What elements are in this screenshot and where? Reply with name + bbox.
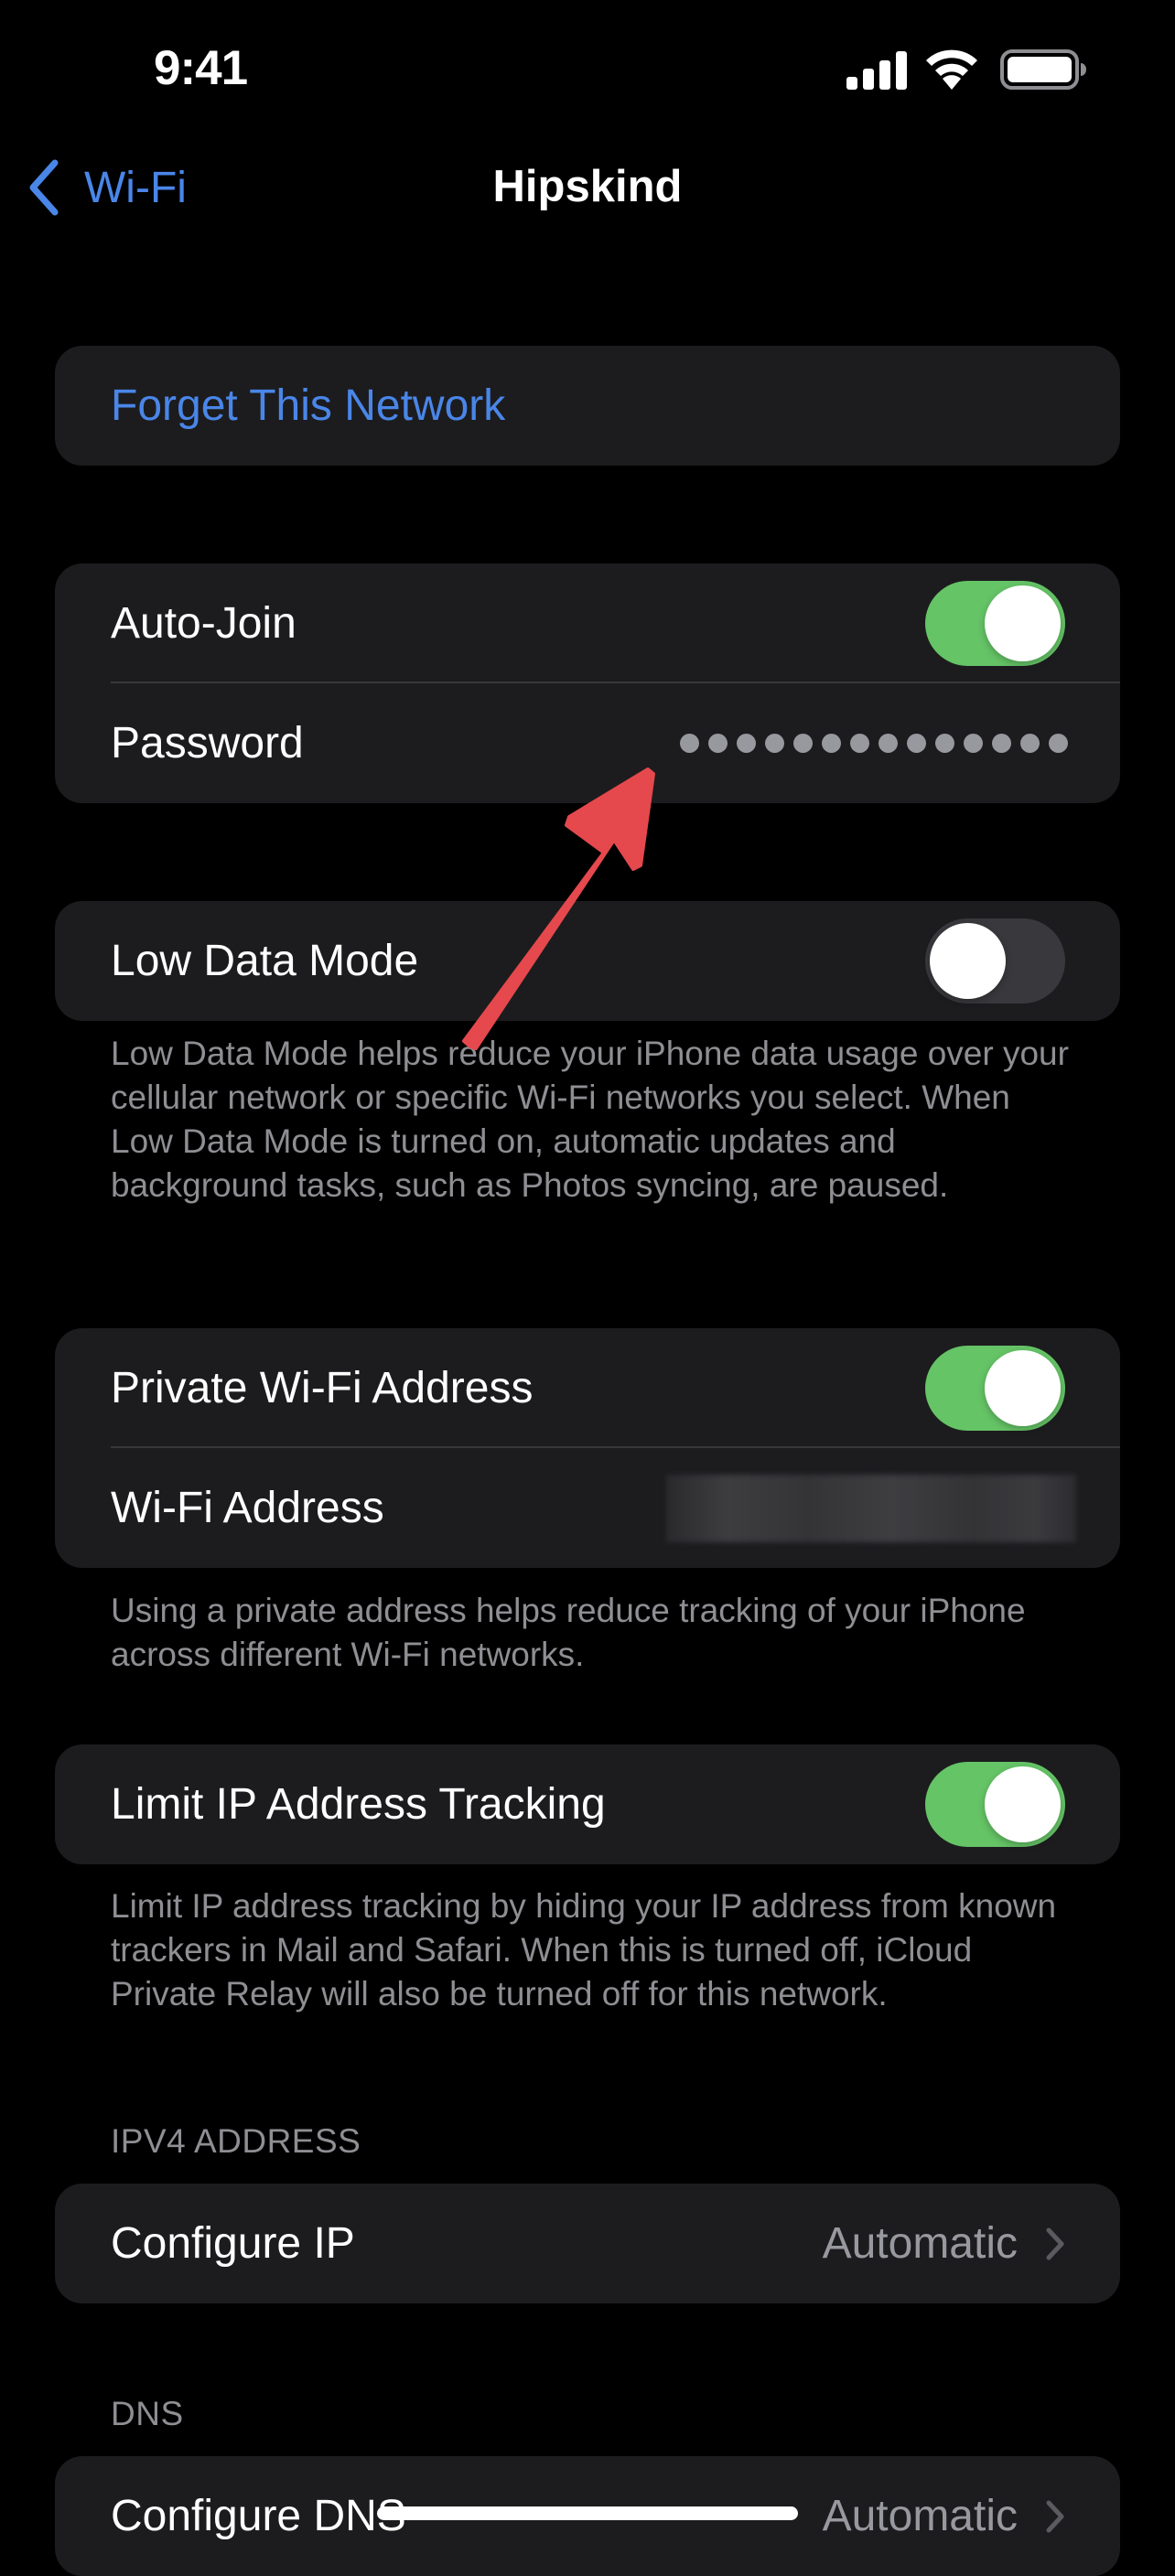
- limit-ip-card: Limit IP Address Tracking: [55, 1744, 1120, 1864]
- configure-dns-value: Automatic: [822, 2492, 1018, 2540]
- private-address-label: Private Wi-Fi Address: [111, 1364, 534, 1412]
- battery-icon: [1000, 49, 1086, 90]
- configure-ip-label: Configure IP: [111, 2219, 355, 2268]
- forget-network-label[interactable]: Forget This Network: [111, 381, 505, 431]
- toggle-knob: [985, 1766, 1061, 1842]
- password-dot: [680, 734, 699, 753]
- password-dot: [765, 734, 784, 753]
- forget-network-button[interactable]: Forget This Network: [55, 346, 1120, 466]
- password-row[interactable]: Password: [55, 683, 1120, 803]
- password-dot: [907, 734, 926, 753]
- password-dot: [964, 734, 983, 753]
- password-label: Password: [111, 719, 304, 767]
- auto-join-toggle[interactable]: [925, 581, 1065, 666]
- forget-card: Forget This Network: [55, 346, 1120, 466]
- limit-ip-toggle[interactable]: [925, 1762, 1065, 1847]
- limit-ip-label: Limit IP Address Tracking: [111, 1780, 606, 1829]
- dns-section-header: DNS: [111, 2395, 184, 2432]
- low-data-row: Low Data Mode: [55, 901, 1120, 1021]
- wifi-icon: [926, 49, 977, 90]
- chevron-right-icon: [1046, 2500, 1064, 2532]
- home-indicator[interactable]: [377, 2506, 798, 2520]
- password-dot: [992, 734, 1011, 753]
- low-data-footer: Low Data Mode helps reduce your iPhone d…: [111, 1035, 1069, 1204]
- low-data-card: Low Data Mode: [55, 901, 1120, 1021]
- auto-join-row: Auto-Join: [55, 564, 1120, 683]
- password-dot: [879, 734, 898, 753]
- private-address-card: Private Wi-Fi Address Wi-Fi Address: [55, 1328, 1120, 1568]
- auto-join-label: Auto-Join: [111, 599, 296, 648]
- private-address-row: Private Wi-Fi Address: [55, 1328, 1120, 1448]
- limit-ip-row: Limit IP Address Tracking: [55, 1744, 1120, 1864]
- ipv4-section-header: IPV4 ADDRESS: [111, 2122, 361, 2160]
- ipv4-card: Configure IP Automatic: [55, 2184, 1120, 2303]
- configure-ip-value: Automatic: [822, 2219, 1018, 2268]
- password-dot: [737, 734, 756, 753]
- password-dot: [1020, 734, 1040, 753]
- password-dot: [1049, 734, 1068, 753]
- password-dot: [793, 734, 813, 753]
- toggle-knob: [985, 1350, 1061, 1426]
- toggle-knob: [985, 585, 1061, 661]
- join-card: Auto-Join Password: [55, 564, 1120, 803]
- password-dots[interactable]: [680, 734, 1068, 753]
- wifi-address-label: Wi-Fi Address: [111, 1484, 384, 1532]
- low-data-label: Low Data Mode: [111, 937, 419, 985]
- password-dot: [935, 734, 954, 753]
- private-address-footer: Using a private address helps reduce tra…: [111, 1592, 1026, 1673]
- wifi-address-row: Wi-Fi Address: [55, 1448, 1120, 1568]
- wifi-address-value-blurred: [666, 1474, 1076, 1542]
- private-address-toggle[interactable]: [925, 1346, 1065, 1431]
- low-data-toggle[interactable]: [925, 918, 1065, 1004]
- page-title: Hipskind: [492, 162, 683, 211]
- chevron-right-icon: [1046, 2227, 1064, 2259]
- cellular-signal-icon: [846, 51, 907, 90]
- password-dot: [850, 734, 869, 753]
- limit-ip-footer: Limit IP address tracking by hiding your…: [111, 1887, 1057, 2012]
- password-dot: [708, 734, 728, 753]
- password-dot: [822, 734, 841, 753]
- toggle-knob: [930, 923, 1006, 999]
- configure-ip-row[interactable]: Configure IP Automatic: [55, 2184, 1120, 2303]
- status-time: 9:41: [154, 41, 248, 95]
